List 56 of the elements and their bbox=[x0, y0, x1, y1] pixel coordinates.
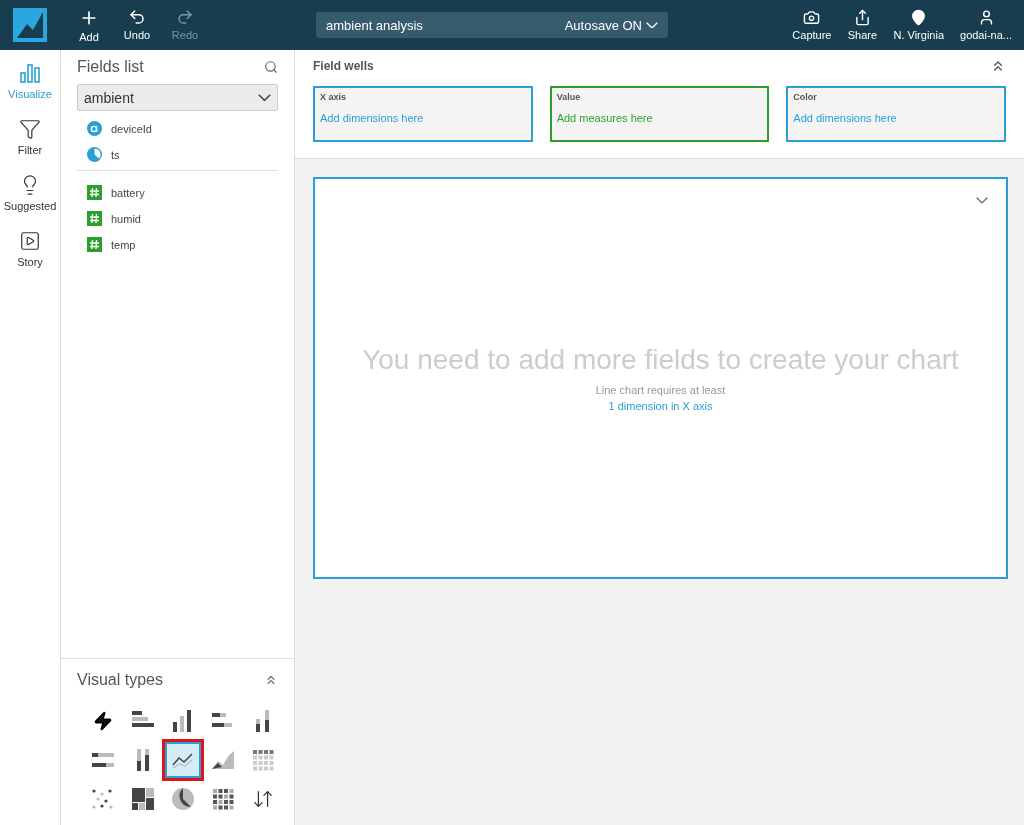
field-name[interactable]: battery bbox=[111, 186, 145, 199]
nav-tab[interactable]: Suggested bbox=[0, 172, 60, 214]
analysis-name-bar[interactable]: ambient analysis Autosave ON bbox=[316, 12, 668, 38]
add-button[interactable]: Add bbox=[68, 7, 110, 43]
chevron-down-icon bbox=[646, 21, 658, 29]
undo-icon bbox=[128, 7, 146, 26]
share-icon bbox=[853, 9, 871, 26]
share-button[interactable]: Share bbox=[841, 9, 884, 41]
well-hint: Add dimensions here bbox=[793, 112, 898, 124]
analysis-name: ambient analysis bbox=[326, 17, 423, 33]
hash-icon bbox=[87, 237, 102, 252]
pin-button[interactable]: N. Virginia bbox=[887, 9, 950, 41]
clock-icon bbox=[87, 147, 102, 162]
treemap-icon bbox=[130, 786, 156, 812]
camera-icon bbox=[803, 9, 821, 26]
requirement-text: Line chart requires at least bbox=[595, 384, 726, 396]
play-frame-icon bbox=[19, 230, 41, 252]
well-label: Value bbox=[556, 92, 582, 102]
visual-types-title: Visual types bbox=[77, 671, 163, 689]
field-name[interactable]: ts bbox=[111, 148, 120, 161]
pin-icon bbox=[910, 9, 928, 26]
field-name[interactable]: temp bbox=[111, 238, 136, 251]
well-label: Color bbox=[793, 92, 818, 102]
well-hint: Add dimensions here bbox=[320, 112, 425, 124]
field-name[interactable]: humid bbox=[111, 212, 141, 225]
camera-button[interactable]: Capture bbox=[786, 9, 838, 41]
well-label: X axis bbox=[320, 92, 348, 102]
nav-tab[interactable]: Story bbox=[0, 228, 60, 270]
chevron-down-icon[interactable] bbox=[976, 197, 988, 204]
field-well[interactable]: Color Add dimensions here bbox=[786, 86, 1006, 142]
nav-tab[interactable]: Filter bbox=[0, 116, 60, 158]
field-wells-title: Field wells bbox=[313, 59, 374, 73]
dataset-dropdown[interactable]: ambient bbox=[77, 84, 278, 111]
fields-list-title: Fields list bbox=[77, 58, 144, 76]
filter-icon bbox=[19, 118, 41, 140]
table-grid-icon bbox=[250, 747, 276, 773]
hash-icon bbox=[87, 185, 102, 200]
arrows-icon bbox=[252, 788, 274, 810]
logo-icon bbox=[13, 8, 47, 42]
redo-icon bbox=[176, 7, 194, 26]
lightning-icon bbox=[93, 711, 113, 731]
chevron-down-icon bbox=[258, 93, 271, 102]
text-field-icon bbox=[87, 121, 102, 136]
field-well[interactable]: Value Add measures here bbox=[549, 86, 770, 142]
collapse-icon[interactable] bbox=[264, 673, 278, 687]
bar-chart-icon bbox=[19, 62, 41, 84]
user-button[interactable]: godai-na... bbox=[954, 9, 1018, 41]
hash-icon bbox=[87, 211, 102, 226]
well-hint: Add measures here bbox=[556, 112, 654, 124]
field-well[interactable]: X axis Add dimensions here bbox=[313, 86, 533, 142]
search-icon[interactable] bbox=[264, 60, 278, 74]
pie-chart-icon bbox=[170, 786, 196, 812]
field-name[interactable]: deviceId bbox=[111, 122, 152, 135]
autosave-dropdown[interactable]: Autosave ON bbox=[564, 17, 658, 33]
undo-button[interactable]: Undo bbox=[116, 7, 158, 43]
heat-grid-icon bbox=[210, 786, 236, 812]
